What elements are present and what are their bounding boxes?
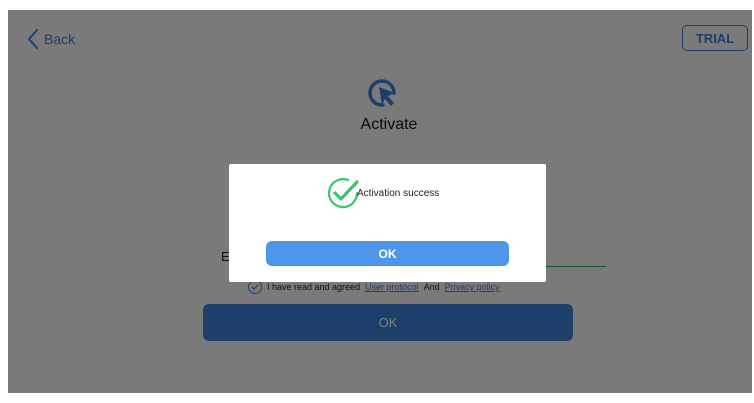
activation-dialog: Activation success OK [229, 164, 546, 282]
dialog-message: Activation success [357, 188, 440, 199]
check-circle-icon [326, 176, 360, 215]
activation-screen: Back TRIAL Activate E I have read and ag… [8, 10, 752, 393]
dialog-ok-button[interactable]: OK [266, 241, 509, 266]
